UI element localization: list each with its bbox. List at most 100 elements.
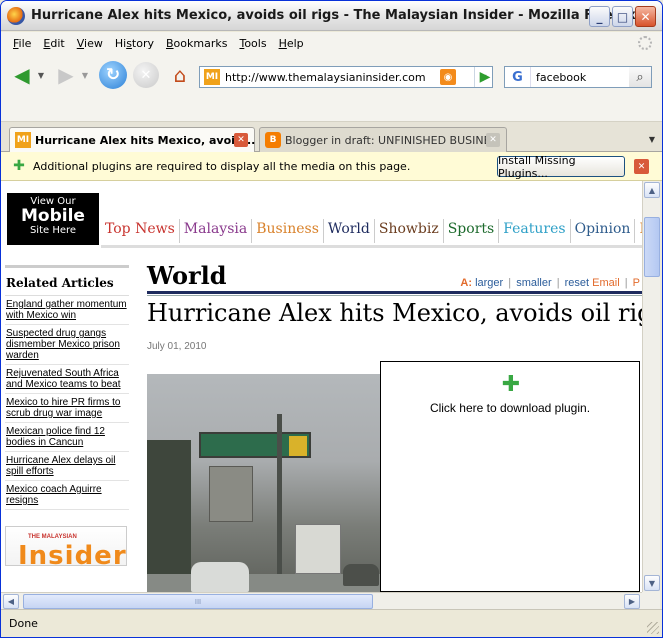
firefox-logo-icon	[7, 6, 25, 25]
home-icon[interactable]: ⌂	[167, 63, 193, 87]
font-smaller-link[interactable]: smaller	[516, 277, 551, 289]
menu-bookmarks[interactable]: Bookmarks	[160, 37, 233, 50]
title-bar[interactable]: Hurricane Alex hits Mexico, avoids oil r…	[1, 1, 662, 31]
nav-opinion[interactable]: Opinion	[569, 219, 635, 243]
scroll-up-arrow-icon[interactable]: ▲	[644, 182, 660, 198]
install-missing-plugins-button[interactable]: Install Missing Plugins...	[497, 154, 625, 180]
sidebar-divider	[5, 265, 129, 268]
nav-business[interactable]: Business	[251, 219, 323, 243]
font-reset-link[interactable]: reset	[565, 277, 589, 289]
nav-features[interactable]: Features	[498, 219, 569, 243]
related-article-link[interactable]: Hurricane Alex delays oil spill efforts	[5, 452, 129, 481]
nav-sports[interactable]: Sports	[442, 219, 498, 243]
horizontal-scroll-thumb[interactable]: III	[23, 594, 373, 609]
related-articles-sidebar: Related Articles England gather momentum…	[5, 265, 129, 566]
status-text: Done	[9, 617, 38, 630]
scroll-right-arrow-icon[interactable]: ▶	[624, 594, 640, 609]
search-input[interactable]: facebook	[536, 71, 586, 84]
window-title: Hurricane Alex hits Mexico, avoids oil r…	[31, 8, 636, 23]
tab-label: Blogger in draft: UNFINISHED BUSINE...	[285, 133, 502, 147]
site-favicon-icon: MI	[204, 69, 220, 85]
url-bar[interactable]: MI http://www.themalaysianinsider.com/wo…	[199, 66, 493, 88]
site-navigation: Top News Malaysia Business World Showbiz…	[101, 219, 642, 243]
forward-arrow-icon[interactable]: ▶	[53, 63, 79, 87]
resize-grip-icon[interactable]	[647, 622, 659, 634]
tab-label: Hurricane Alex hits Mexico, avoid...	[35, 133, 256, 147]
url-input[interactable]: http://www.themalaysianinsider.com/world	[225, 71, 425, 84]
scroll-corner	[642, 592, 660, 609]
related-article-link[interactable]: Suspected drug gangs dismember Mexico pr…	[5, 325, 129, 365]
navigation-toolbar: ◀ ▼ ▶ ▼ ↻ ✕ ⌂ MI http://www.themalaysian…	[1, 54, 662, 96]
photo-building	[209, 466, 253, 522]
menu-help[interactable]: Help	[273, 37, 310, 50]
photo-tree	[147, 440, 191, 592]
notification-text: Additional plugins are required to displ…	[33, 159, 411, 173]
malaysian-insider-logo: THE MALAYSIAN Insider	[5, 526, 127, 566]
stop-icon[interactable]: ✕	[133, 62, 159, 88]
plugin-download-text: Click here to download plugin.	[429, 401, 591, 415]
heading-rule	[147, 291, 642, 294]
tab-close-icon[interactable]: ✕	[234, 133, 248, 147]
nav-malaysia[interactable]: Malaysia	[178, 219, 251, 243]
minimize-button[interactable]: _	[589, 6, 610, 27]
throbber-icon	[638, 36, 652, 50]
related-article-link[interactable]: Mexican police find 12 bodies in Cancun	[5, 423, 129, 452]
forward-history-dropdown[interactable]: ▼	[79, 63, 91, 87]
article-date: July 01, 2010	[147, 341, 207, 352]
tab-list-dropdown[interactable]: ▼	[644, 130, 660, 148]
maximize-button[interactable]: □	[612, 6, 633, 27]
puzzle-plugin-icon: ✚	[13, 158, 25, 174]
print-link[interactable]: P	[633, 277, 640, 289]
rss-feed-icon[interactable]: ◉	[440, 69, 456, 85]
related-article-link[interactable]: Rejuvenated South Africa and Mexico team…	[5, 365, 129, 394]
search-bar[interactable]: G facebook ⌕	[504, 66, 652, 88]
page-viewport: View Our Mobile Site Here Top News Malay…	[1, 181, 642, 592]
article-photo	[147, 374, 381, 592]
related-article-link[interactable]: Mexico coach Aguirre resigns	[5, 481, 129, 510]
nav-divider	[101, 245, 642, 248]
mobile-site-banner[interactable]: View Our Mobile Site Here	[7, 193, 99, 245]
related-article-link[interactable]: England gather momentum with Mexico win	[5, 296, 129, 325]
nav-showbiz[interactable]: Showbiz	[373, 219, 443, 243]
scroll-down-arrow-icon[interactable]: ▼	[644, 575, 660, 591]
status-bar: Done	[1, 609, 662, 637]
go-arrow-icon[interactable]: ▶	[475, 67, 495, 87]
window-controls: _ □ ✕	[589, 6, 656, 27]
section-heading: World	[147, 261, 227, 290]
menu-history[interactable]: History	[109, 37, 160, 50]
magnifier-icon[interactable]: ⌕	[629, 67, 651, 87]
font-size-label: A:	[460, 277, 473, 289]
puzzle-plugin-icon: ✚	[501, 371, 521, 397]
email-link[interactable]: Email	[592, 277, 620, 289]
blogger-icon: B	[265, 132, 281, 148]
reload-icon[interactable]: ↻	[99, 61, 127, 89]
back-arrow-icon[interactable]: ◀	[9, 63, 35, 87]
article-title: Hurricane Alex hits Mexico, avoids oil r…	[147, 299, 642, 327]
menu-file[interactable]: File	[7, 37, 37, 50]
vertical-scroll-thumb[interactable]	[644, 217, 660, 277]
plugin-notification-bar: ✚ Additional plugins are required to dis…	[1, 152, 662, 181]
related-article-link[interactable]: Mexico to hire PR firms to scrub drug wa…	[5, 394, 129, 423]
search-engine-selector[interactable]: G	[505, 67, 531, 87]
vertical-scrollbar[interactable]: ▲ ▼	[642, 181, 660, 592]
horizontal-scrollbar[interactable]: ◀ III ▶	[1, 592, 642, 609]
sidebar-title: Related Articles	[5, 272, 129, 296]
tab-close-icon[interactable]: ✕	[486, 133, 500, 147]
font-larger-link[interactable]: larger	[475, 277, 503, 289]
back-history-dropdown[interactable]: ▼	[35, 63, 47, 87]
menu-tools[interactable]: Tools	[233, 37, 272, 50]
menu-edit[interactable]: Edit	[37, 37, 70, 50]
close-button[interactable]: ✕	[635, 6, 656, 27]
nav-top-news[interactable]: Top News	[101, 219, 179, 243]
missing-plugin-placeholder[interactable]: ✚ Click here to download plugin.	[380, 361, 640, 592]
menu-view[interactable]: View	[71, 37, 109, 50]
scroll-left-arrow-icon[interactable]: ◀	[3, 594, 19, 609]
heading-rule-thin	[147, 295, 642, 296]
tab-blogger-draft[interactable]: B Blogger in draft: UNFINISHED BUSINE...…	[259, 127, 507, 152]
nav-truncated[interactable]: B	[634, 219, 642, 243]
nav-world[interactable]: World	[322, 219, 374, 243]
menu-bar: File Edit View History Bookmarks Tools H…	[1, 32, 662, 54]
tab-hurricane-article[interactable]: MI Hurricane Alex hits Mexico, avoid... …	[9, 127, 255, 152]
notification-close-icon[interactable]: ✕	[634, 159, 649, 174]
site-favicon-icon: MI	[15, 132, 31, 148]
